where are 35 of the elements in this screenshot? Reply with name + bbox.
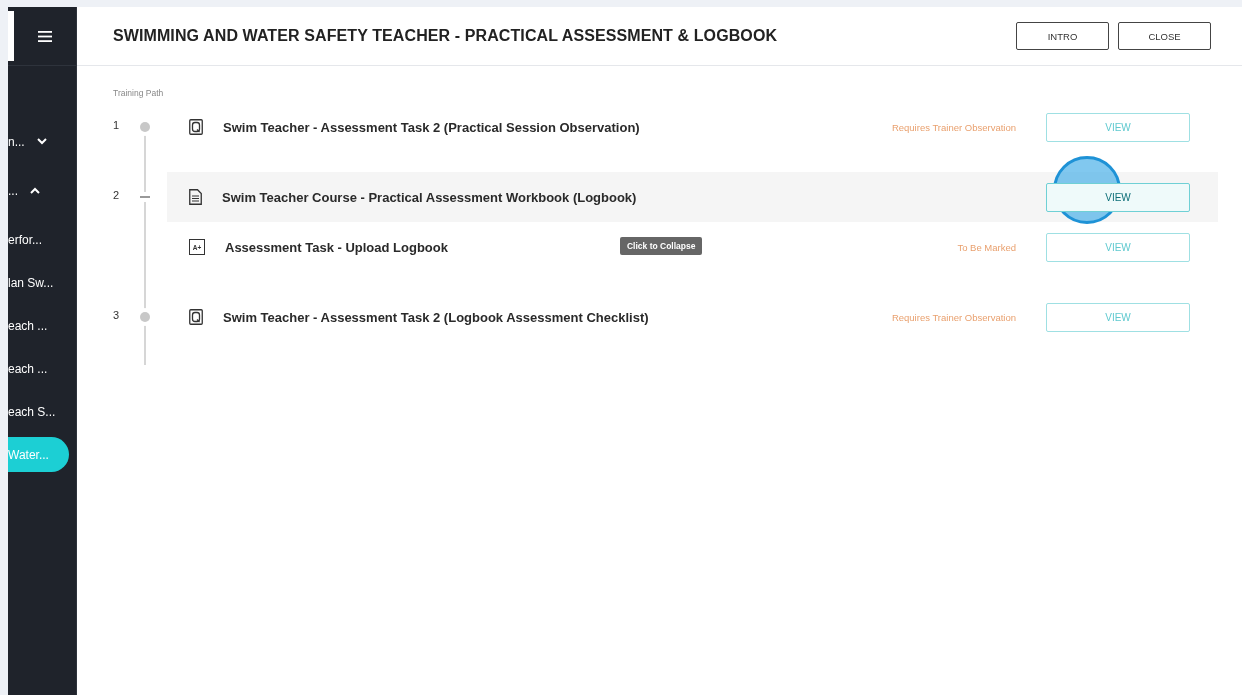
sidebar-item[interactable]: each ... — [8, 351, 76, 386]
sidebar-item[interactable]: erfor... — [8, 222, 76, 257]
task-title[interactable]: Swim Teacher Course - Practical Assessment Workbook (Logbook) — [222, 189, 637, 205]
sidebar-item[interactable]: lan Sw... — [8, 265, 76, 300]
step-marker[interactable] — [140, 312, 150, 322]
quiz-document-icon — [189, 309, 203, 325]
quiz-document-icon — [189, 119, 203, 135]
task-title[interactable]: Swim Teacher - Assessment Task 2 (Logbook Assessment Checklist) — [223, 309, 649, 325]
step-number: 3 — [113, 309, 120, 321]
view-button[interactable]: VIEW — [1046, 182, 1190, 212]
header-button[interactable]: INTRO — [1016, 22, 1109, 50]
search-field[interactable] — [8, 11, 14, 61]
sidebar-item[interactable]: each S... — [8, 394, 76, 429]
status-text: Requires Trainer Observation — [891, 311, 1016, 323]
task-title[interactable]: Swim Teacher - Assessment Task 2 (Practical Session Observation) — [223, 119, 640, 135]
menu-icon[interactable] — [38, 30, 52, 42]
chevron-down-icon — [36, 138, 47, 145]
highlighted-row[interactable]: Swim Teacher Course - Practical Assessment Workbook (Logbook) VIEW — [167, 172, 1218, 222]
document-icon — [189, 189, 202, 205]
sidebar-item[interactable]: ... — [8, 173, 76, 208]
status-text: To Be Marked — [957, 241, 1016, 253]
task-row[interactable]: Swim Teacher - Assessment Task 2 (Logbook Assessment Checklist) Requires Trainer Observation VIEW — [167, 292, 1218, 342]
step-number: 2 — [113, 189, 120, 201]
page-title: SWIMMING AND WATER SAFETY TEACHER - PRACTICAL ASSESSMENT & LOGBOOK — [113, 27, 778, 45]
step-number: 1 — [113, 119, 120, 131]
step-marker[interactable] — [140, 122, 150, 132]
sidebar-item[interactable]: n... — [8, 124, 76, 159]
status-text: Requires Trainer Observation — [891, 121, 1016, 133]
section-label: Training Path — [113, 88, 165, 98]
task-title[interactable]: Assessment Task - Upload Logbook — [225, 239, 448, 255]
sidebar-item[interactable]: each ... — [8, 308, 76, 343]
chevron-up-icon — [30, 187, 40, 194]
tooltip: Click to Collapse — [619, 236, 703, 255]
task-row[interactable]: Swim Teacher - Assessment Task 2 (Practical Session Observation) Requires Trainer Observation VIEW — [167, 102, 1218, 152]
header-button[interactable]: CLOSE — [1118, 22, 1211, 50]
